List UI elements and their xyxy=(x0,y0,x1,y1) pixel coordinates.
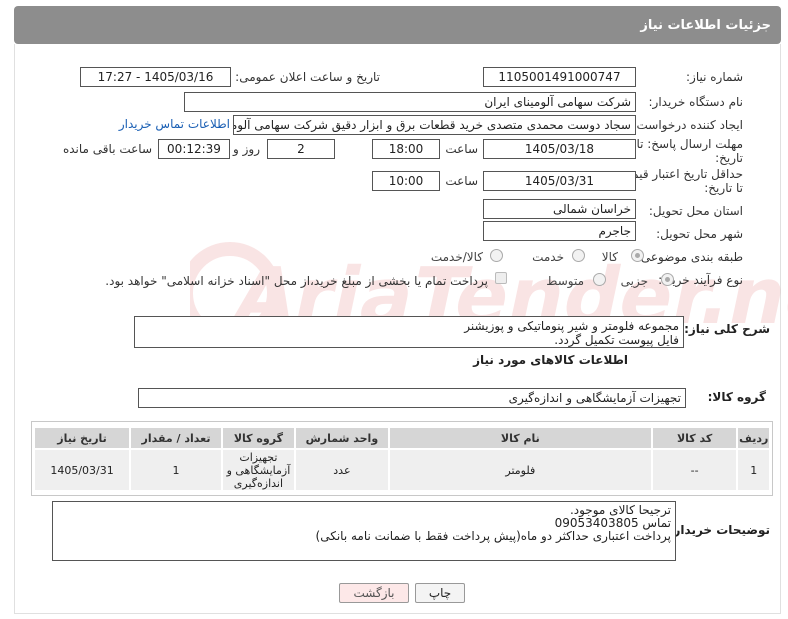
col-code: کد کالا xyxy=(650,426,739,450)
announce-label: تاریخ و ساعت اعلان عمومی: xyxy=(235,70,380,84)
buyer-notes-line3: پرداخت اعتباری حداکثر دو ماه(پیش پرداخت … xyxy=(315,529,671,543)
deadline-time-field: 18:00 xyxy=(372,139,440,159)
process-option-medium: متوسط xyxy=(546,274,584,288)
price-validity-time-field: 10:00 xyxy=(372,171,440,191)
days-field: 2 xyxy=(267,139,335,159)
remaining-time-field: 00:12:39 xyxy=(158,139,230,159)
general-desc-line2: فایل پیوست تکمیل گردد. xyxy=(554,333,679,347)
category-option-goods-service: کالا/خدمت xyxy=(430,250,483,264)
cell-name: فلومتر xyxy=(387,448,653,492)
creator-field: سجاد دوست محمدی متصدی خرید قطعات برق و ا… xyxy=(233,115,636,135)
col-date: تاریخ نیاز xyxy=(32,426,132,450)
province-label: استان محل تحویل: xyxy=(648,204,743,218)
price-validity-date-field: 1405/03/31 xyxy=(483,171,636,191)
buyer-org-field: شرکت سهامی آلومینای ایران xyxy=(184,92,636,112)
buyer-notes-box: ترجیحا کالای موجود. تماس 09053403805 پرد… xyxy=(52,501,676,561)
price-validity-label-2: تا تاریخ: xyxy=(704,181,743,195)
process-radio-medium[interactable] xyxy=(593,273,606,286)
deadline-date-field: 1405/03/18 xyxy=(483,139,636,159)
general-desc-line1: مجموعه فلومتر و شیر پنوماتیکی و پوزیشنر xyxy=(464,319,679,333)
cell-qty: 1 xyxy=(129,448,223,492)
cell-index: 1 xyxy=(736,448,771,492)
page-header: جزئیات اطلاعات نیاز xyxy=(14,6,781,44)
col-name: نام کالا xyxy=(387,426,653,450)
city-label: شهر محل تحویل: xyxy=(656,227,743,241)
category-option-service: خدمت xyxy=(532,250,564,264)
col-group: گروه کالا xyxy=(220,426,296,450)
table-header-row: ردیف کد کالا نام کالا واحد شمارش گروه کا… xyxy=(32,426,771,450)
page-title: جزئیات اطلاعات نیاز xyxy=(640,18,771,33)
print-button[interactable]: چاپ xyxy=(415,583,465,603)
category-option-goods: کالا xyxy=(601,250,618,264)
col-unit: واحد شمارش xyxy=(293,426,390,450)
cell-group-line3: اندازه‌گیری xyxy=(233,476,284,490)
general-desc-label: شرح کلی نیاز: xyxy=(684,322,770,336)
items-table: ردیف کد کالا نام کالا واحد شمارش گروه کا… xyxy=(32,426,771,492)
process-radio-minor[interactable] xyxy=(661,273,674,286)
treasury-note: پرداخت تمام یا بخشی از مبلغ خرید،از محل … xyxy=(105,274,488,288)
price-validity-hour-label: ساعت xyxy=(445,174,478,188)
category-label: طبقه بندی موضوعی: xyxy=(636,250,743,264)
goods-group-field: تجهیزات آزمایشگاهی و اندازه‌گیری xyxy=(138,388,686,408)
col-qty: تعداد / مقدار xyxy=(129,426,223,450)
announce-field: 1405/03/16 - 17:27 xyxy=(80,67,231,87)
deadline-hour-label: ساعت xyxy=(445,142,478,156)
cell-group: تجهیزات آزمایشگاهی و اندازه‌گیری xyxy=(220,448,296,492)
goods-group-label: گروه کالا: xyxy=(707,390,766,404)
creator-label: ایجاد کننده درخواست: xyxy=(632,118,743,132)
col-index: ردیف xyxy=(736,426,771,450)
cell-unit: عدد xyxy=(293,448,390,492)
category-radio-goods-service[interactable] xyxy=(490,249,503,262)
buyer-contact-link[interactable]: اطلاعات تماس خریدار xyxy=(119,117,230,131)
buyer-org-label: نام دستگاه خریدار: xyxy=(648,95,744,109)
cell-group-line2: آزمایشگاهی و xyxy=(226,463,291,477)
treasury-checkbox[interactable] xyxy=(495,272,507,284)
need-number-label: شماره نیاز: xyxy=(686,70,743,84)
buyer-notes-label: توضیحات خریدار: xyxy=(668,523,770,537)
province-field: خراسان شمالی xyxy=(483,199,636,219)
cell-code: -- xyxy=(650,448,739,492)
deadline-label: مهلت ارسال پاسخ: تا xyxy=(636,137,743,151)
city-field: جاجرم xyxy=(483,221,636,241)
category-radio-service[interactable] xyxy=(572,249,585,262)
category-radio-goods[interactable] xyxy=(631,249,644,262)
need-number-field: 1105001491000747 xyxy=(483,67,636,87)
back-button[interactable]: بازگشت xyxy=(339,583,409,603)
cell-date: 1405/03/31 xyxy=(32,448,132,492)
table-row: 1 -- فلومتر عدد تجهیزات آزمایشگاهی و اند… xyxy=(32,448,771,492)
deadline-label-2: تاریخ: xyxy=(715,151,743,165)
general-desc-box: مجموعه فلومتر و شیر پنوماتیکی و پوزیشنر … xyxy=(134,316,684,348)
process-option-minor: جزیی xyxy=(620,274,648,288)
day-label: روز و xyxy=(233,142,260,156)
remaining-label: ساعت باقی مانده xyxy=(62,142,152,156)
goods-section-title: اطلاعات کالاهای مورد نیاز xyxy=(473,353,628,367)
cell-group-line1: تجهیزات xyxy=(239,450,278,464)
